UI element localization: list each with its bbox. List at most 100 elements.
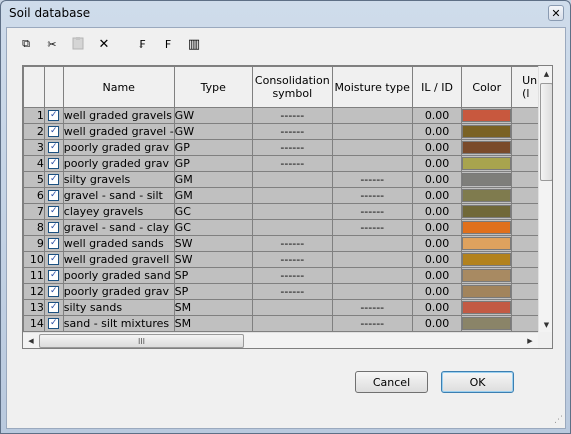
soil-type-cell[interactable]: SW <box>173 235 253 252</box>
row-checkbox-cell[interactable]: ✓ <box>43 251 64 268</box>
il-id-cell[interactable]: 0.00 <box>411 203 463 220</box>
consolidation-cell[interactable]: ------ <box>251 107 333 124</box>
row-checkbox-cell[interactable]: ✓ <box>43 139 64 156</box>
il-id-cell[interactable]: 0.00 <box>411 123 463 140</box>
checkbox[interactable]: ✓ <box>48 142 60 153</box>
color-cell[interactable] <box>461 171 513 188</box>
row-number[interactable]: 10 <box>23 251 45 268</box>
row-number[interactable]: 8 <box>23 219 45 236</box>
moisture-cell[interactable] <box>331 267 413 284</box>
moisture-cell[interactable]: ------ <box>331 203 413 220</box>
soil-type-cell[interactable]: SP <box>173 283 253 300</box>
table-row[interactable]: 11 ✓ poorly graded sand SP ------ 0.00 <box>23 267 552 284</box>
col-header-check[interactable] <box>43 66 64 108</box>
table-row[interactable]: 9 ✓ well graded sands SW ------ 0.00 <box>23 235 552 252</box>
paste-button[interactable] <box>67 34 89 54</box>
color-cell[interactable] <box>461 315 513 332</box>
il-id-cell[interactable]: 0.00 <box>411 299 463 316</box>
soil-type-cell[interactable]: GW <box>173 123 253 140</box>
scroll-left-icon[interactable]: ◀ <box>23 333 39 348</box>
soil-type-cell[interactable]: GP <box>173 155 253 172</box>
vertical-scrollbar[interactable]: ▲ ▼ <box>538 66 552 332</box>
col-header-type[interactable]: Type <box>173 66 253 108</box>
row-number[interactable]: 9 <box>23 235 45 252</box>
row-number[interactable]: 13 <box>23 299 45 316</box>
table-row[interactable]: 3 ✓ poorly graded grav GP ------ 0.00 <box>23 139 552 156</box>
soil-type-cell[interactable]: GM <box>173 171 253 188</box>
color-cell[interactable] <box>461 267 513 284</box>
il-id-cell[interactable]: 0.00 <box>411 235 463 252</box>
row-checkbox-cell[interactable]: ✓ <box>43 155 64 172</box>
consolidation-cell[interactable] <box>251 219 333 236</box>
soil-name-cell[interactable]: silty gravels <box>62 171 175 188</box>
consolidation-cell[interactable]: ------ <box>251 139 333 156</box>
il-id-cell[interactable]: 0.00 <box>411 139 463 156</box>
consolidation-cell[interactable] <box>251 187 333 204</box>
color-cell[interactable] <box>461 219 513 236</box>
moisture-cell[interactable] <box>331 283 413 300</box>
color-cell[interactable] <box>461 107 513 124</box>
soil-name-cell[interactable]: clayey gravels <box>62 203 175 220</box>
consolidation-cell[interactable] <box>251 171 333 188</box>
scroll-up-icon[interactable]: ▲ <box>539 66 552 81</box>
soil-name-cell[interactable]: poorly graded grav <box>62 155 175 172</box>
checkbox[interactable]: ✓ <box>48 318 60 329</box>
soil-type-cell[interactable]: GP <box>173 139 253 156</box>
row-number[interactable]: 14 <box>23 315 45 332</box>
color-cell[interactable] <box>461 283 513 300</box>
il-id-cell[interactable]: 0.00 <box>411 155 463 172</box>
il-id-cell[interactable]: 0.00 <box>411 283 463 300</box>
checkbox[interactable]: ✓ <box>48 206 60 217</box>
table-row[interactable]: 8 ✓ gravel - sand - clay GC ------ 0.00 <box>23 219 552 236</box>
soil-name-cell[interactable]: poorly graded grav <box>62 139 175 156</box>
moisture-cell[interactable]: ------ <box>331 171 413 188</box>
soil-type-cell[interactable]: GM <box>173 187 253 204</box>
consolidation-cell[interactable]: ------ <box>251 155 333 172</box>
columns-button[interactable]: ▥ <box>183 34 205 54</box>
horizontal-scrollbar[interactable]: ◀ III ▶ <box>23 332 538 348</box>
copy-button[interactable]: ⧉ <box>15 34 37 54</box>
row-checkbox-cell[interactable]: ✓ <box>43 203 64 220</box>
checkbox[interactable]: ✓ <box>48 110 60 121</box>
table-row[interactable]: 6 ✓ gravel - sand - silt GM ------ 0.00 <box>23 187 552 204</box>
il-id-cell[interactable]: 0.00 <box>411 267 463 284</box>
checkbox[interactable]: ✓ <box>48 158 60 169</box>
scroll-down-icon[interactable]: ▼ <box>539 317 552 332</box>
checkbox[interactable]: ✓ <box>48 302 60 313</box>
scroll-right-icon[interactable]: ▶ <box>522 333 538 348</box>
checkbox[interactable]: ✓ <box>48 238 60 249</box>
cut-button[interactable]: ✂ <box>41 34 63 54</box>
moisture-cell[interactable]: ------ <box>331 315 413 332</box>
moisture-cell[interactable] <box>331 107 413 124</box>
moisture-cell[interactable]: ------ <box>331 299 413 316</box>
row-checkbox-cell[interactable]: ✓ <box>43 315 64 332</box>
title-bar[interactable]: Soil database ✕ <box>1 1 570 27</box>
moisture-cell[interactable] <box>331 251 413 268</box>
row-number[interactable]: 4 <box>23 155 45 172</box>
color-cell[interactable] <box>461 155 513 172</box>
col-header-num[interactable] <box>23 66 45 108</box>
consolidation-cell[interactable]: ------ <box>251 123 333 140</box>
il-id-cell[interactable]: 0.00 <box>411 187 463 204</box>
checkbox[interactable]: ✓ <box>48 254 60 265</box>
il-id-cell[interactable]: 0.00 <box>411 219 463 236</box>
checkbox[interactable]: ✓ <box>48 286 60 297</box>
color-cell[interactable] <box>461 187 513 204</box>
table-row[interactable]: 13 ✓ silty sands SM ------ 0.00 <box>23 299 552 316</box>
ok-button[interactable]: OK <box>441 371 514 393</box>
consolidation-cell[interactable]: ------ <box>251 235 333 252</box>
checkbox[interactable]: ✓ <box>48 190 60 201</box>
col-header-il[interactable]: IL / ID <box>411 66 463 108</box>
consolidation-cell[interactable]: ------ <box>251 251 333 268</box>
table-row[interactable]: 14 ✓ sand - silt mixtures SM ------ 0.00 <box>23 315 552 332</box>
row-checkbox-cell[interactable]: ✓ <box>43 219 64 236</box>
col-header-name[interactable]: Name <box>62 66 175 108</box>
moisture-cell[interactable] <box>331 123 413 140</box>
row-number[interactable]: 12 <box>23 283 45 300</box>
row-checkbox-cell[interactable]: ✓ <box>43 299 64 316</box>
row-number[interactable]: 11 <box>23 267 45 284</box>
col-header-consolidation[interactable]: Consolidation symbol <box>251 66 333 108</box>
row-checkbox-cell[interactable]: ✓ <box>43 187 64 204</box>
consolidation-cell[interactable]: ------ <box>251 283 333 300</box>
color-cell[interactable] <box>461 203 513 220</box>
